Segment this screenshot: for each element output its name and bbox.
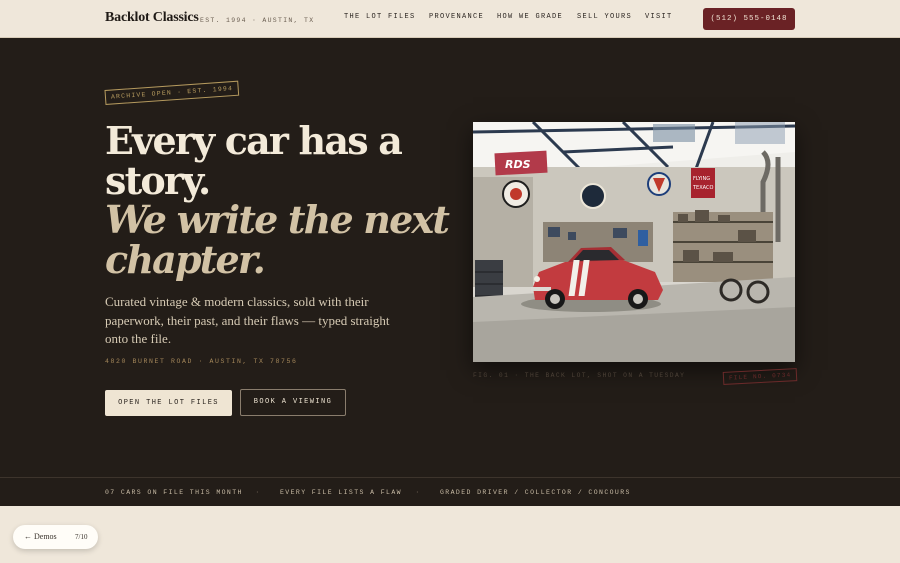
photo-caption: FIG. 01 · THE BACK LOT, SHOT ON A TUESDA… <box>473 372 686 379</box>
garage-photo: RDS FLYING TEXACO <box>473 122 795 362</box>
nav-link-provenance[interactable]: PROVENANCE <box>429 13 484 21</box>
info-ticker: 07 CARS ON FILE THIS MONTH · EVERY FILE … <box>0 477 900 506</box>
ticker-item-flaw: EVERY FILE LISTS A FLAW <box>280 489 402 496</box>
hero-lead: Curated vintage & modern classics, sold … <box>105 294 390 346</box>
headline-line-1: Every car has a <box>105 118 403 163</box>
brand-subtitle: EST. 1994 · AUSTIN, TX <box>200 17 315 24</box>
ticker-separator: · <box>256 488 259 497</box>
demo-counter: 7/10 <box>75 533 88 541</box>
phone-button[interactable]: (512) 555-0148 <box>703 8 795 30</box>
headline-italic-line-1: We write the next <box>105 197 450 242</box>
headline-italic-line-2: chapter. <box>105 237 266 282</box>
photo-sign-flying: FLYING <box>693 176 710 182</box>
ticker-item-cars-on-file: 07 CARS ON FILE THIS MONTH <box>105 489 243 496</box>
demos-back-link[interactable]: ← Demos <box>24 532 57 541</box>
photo-sign-texaco: TEXACO <box>692 185 713 191</box>
nav-link-lot-files[interactable]: THE LOT FILES <box>344 13 416 21</box>
nav-link-sell-yours[interactable]: SELL YOURS <box>577 13 632 21</box>
brand-logo[interactable]: Backlot Classics <box>105 10 199 26</box>
headline-line-2: story. <box>105 158 211 203</box>
ticker-item-grades: GRADED DRIVER / COLLECTOR / CONCOURS <box>440 489 631 496</box>
photo-sign-rds: RDS <box>505 158 531 171</box>
book-viewing-button[interactable]: BOOK A VIEWING <box>240 389 346 416</box>
open-lot-files-button[interactable]: OPEN THE LOT FILES <box>105 390 232 416</box>
nav-link-visit[interactable]: VISIT <box>645 13 673 21</box>
demo-navigator: ← Demos 7/10 <box>13 525 98 549</box>
site-header: Backlot Classics EST. 1994 · AUSTIN, TX … <box>0 0 900 38</box>
nav-link-how-we-grade[interactable]: HOW WE GRADE <box>497 13 563 21</box>
address: 4820 BURNET ROAD · AUSTIN, TX 78756 <box>105 358 298 365</box>
ticker-separator: · <box>416 488 419 497</box>
